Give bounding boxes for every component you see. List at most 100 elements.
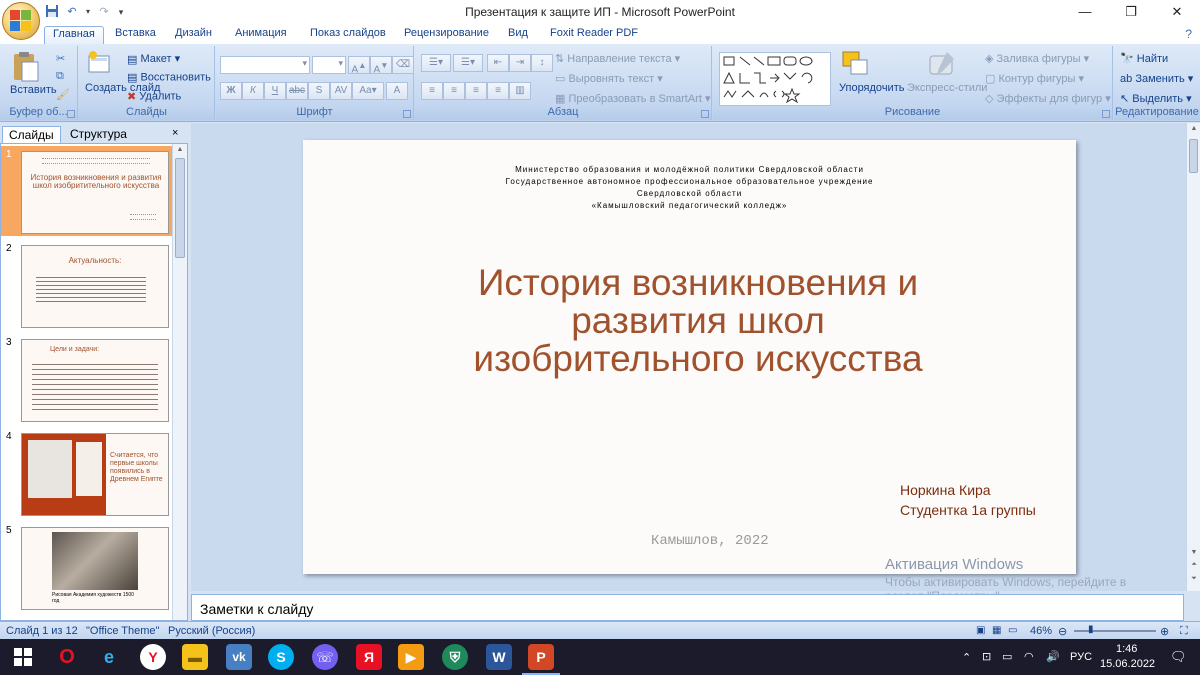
author-block[interactable]: Норкина Кира Студентка 1а группы — [900, 480, 1036, 520]
zoom-level[interactable]: 46% — [1030, 625, 1052, 637]
battery-icon[interactable]: ▭ — [1002, 650, 1012, 663]
restore-icon[interactable]: ❐ — [1108, 0, 1154, 24]
slideshow-view-icon[interactable]: ▭ — [1008, 625, 1017, 636]
spacing-icon[interactable]: AV — [330, 82, 352, 100]
skype-icon[interactable]: S — [268, 644, 294, 670]
reset-button[interactable]: ▤ Восстановить — [127, 71, 211, 84]
edge-icon[interactable]: e — [96, 644, 122, 670]
arrange-icon[interactable] — [841, 50, 871, 83]
delete-slide-button[interactable]: ✖ Удалить — [127, 90, 181, 103]
vk-icon[interactable]: vk — [226, 644, 252, 670]
drawing-dialog-launcher[interactable] — [1102, 110, 1110, 118]
strike-icon[interactable]: abc — [286, 82, 308, 100]
undo-icon[interactable]: ↶ — [64, 4, 80, 20]
align-text-button[interactable]: ▭ Выровнять текст ▾ — [555, 72, 663, 85]
underline-icon[interactable]: Ч — [264, 82, 286, 100]
slide-thumbnail-3[interactable]: 3 Цели и задачи: — [1, 334, 173, 424]
tab-slides[interactable]: Слайды — [2, 126, 61, 143]
paste-button[interactable] — [8, 50, 42, 87]
find-button[interactable]: 🔭 Найти — [1120, 52, 1168, 65]
slide-thumbnail-4[interactable]: 4 Считается, что первые школы появились … — [1, 428, 173, 518]
shape-effects-button[interactable]: ◇ Эффекты для фигур ▾ — [985, 92, 1111, 105]
zoom-out-icon[interactable]: ⊖ — [1058, 625, 1067, 638]
clock-date[interactable]: 15.06.2022 — [1100, 658, 1155, 670]
language-indicator[interactable]: Русский (Россия) — [168, 625, 255, 637]
tab-insert[interactable]: Вставка — [115, 27, 156, 44]
zoom-in-icon[interactable]: ⊕ — [1160, 625, 1169, 638]
windows-start-icon[interactable] — [10, 644, 36, 670]
tab-home[interactable]: Главная — [44, 26, 104, 45]
bullets-icon[interactable]: ☰▾ — [421, 54, 451, 72]
slide-title[interactable]: История возникновения и развития школ из… — [303, 264, 1093, 378]
viber-icon[interactable]: ☏ — [312, 644, 338, 670]
slide-scrollbar[interactable]: ▲ ▼ ⏶ ⏷ — [1186, 123, 1200, 591]
decrease-indent-icon[interactable]: ⇤ — [487, 54, 509, 72]
shape-fill-button[interactable]: ◈ Заливка фигуры ▾ — [985, 52, 1089, 65]
volume-icon[interactable]: 🔊 — [1046, 650, 1060, 663]
smartart-button[interactable]: ▦ Преобразовать в SmartArt ▾ — [555, 92, 710, 105]
tab-slideshow[interactable]: Показ слайдов — [310, 27, 386, 44]
tab-outline[interactable]: Структура — [64, 126, 133, 143]
slide-thumbnail-5[interactable]: 5 Рисовая Академия художеств 1500 год — [1, 522, 173, 612]
slide-footer[interactable]: Камышлов, 2022 — [651, 533, 769, 549]
zoom-thumb-icon[interactable]: ▮ — [1088, 624, 1094, 635]
justify-icon[interactable]: ≡ — [487, 82, 509, 100]
notes-pane[interactable]: Заметки к слайду — [191, 594, 1184, 621]
numbering-icon[interactable]: ☰▾ — [453, 54, 483, 72]
clear-format-icon[interactable]: ⌫ — [392, 56, 414, 74]
cut-icon[interactable]: ✂ — [56, 52, 65, 65]
tab-foxit[interactable]: Foxit Reader PDF — [550, 27, 638, 44]
tray-app-icon[interactable]: ⊡ — [982, 650, 991, 663]
clock-time[interactable]: 1:46 — [1116, 643, 1137, 655]
help-icon[interactable]: ? — [1185, 27, 1192, 41]
replace-button[interactable]: ab Заменить ▾ — [1120, 72, 1193, 85]
powerpoint-icon[interactable]: P — [528, 644, 554, 670]
paragraph-dialog-launcher[interactable] — [701, 110, 709, 118]
yandex-browser-icon[interactable]: Y — [140, 644, 166, 670]
layout-button[interactable]: ▤ Макет ▾ — [127, 52, 180, 66]
italic-icon[interactable]: К — [242, 82, 264, 100]
tab-animation[interactable]: Анимация — [235, 27, 287, 44]
case-icon[interactable]: Aa▾ — [352, 82, 384, 100]
yandex-icon[interactable]: Я — [356, 644, 382, 670]
increase-indent-icon[interactable]: ⇥ — [509, 54, 531, 72]
customize-icon[interactable]: ▾ — [116, 4, 126, 20]
bold-icon[interactable]: Ж — [220, 82, 242, 100]
close-icon[interactable]: ✕ — [1154, 0, 1200, 24]
notifications-icon[interactable]: 🗨 — [1170, 649, 1187, 665]
normal-view-icon[interactable]: ▣ — [976, 625, 985, 636]
undo-dropdown-icon[interactable]: ▾ — [84, 4, 92, 20]
quick-styles-button[interactable]: Экспресс-стили — [907, 82, 987, 94]
sorter-view-icon[interactable]: ▦ — [992, 625, 1001, 636]
align-right-icon[interactable]: ≡ — [465, 82, 487, 100]
file-explorer-icon[interactable]: ▬ — [182, 644, 208, 670]
text-direction-button[interactable]: ⇅ Направление текста ▾ — [555, 52, 680, 65]
slide-thumbnail-2[interactable]: 2 Актуальность: — [1, 240, 173, 330]
tab-design[interactable]: Дизайн — [175, 27, 212, 44]
shape-outline-button[interactable]: ▢ Контур фигуры ▾ — [985, 72, 1084, 85]
columns-icon[interactable]: ▥ — [509, 82, 531, 100]
tab-view[interactable]: Вид — [508, 27, 528, 44]
shrink-font-icon[interactable]: A▼ — [370, 56, 392, 75]
tab-review[interactable]: Рецензирование — [404, 27, 489, 44]
copy-icon[interactable]: ⧉ — [56, 70, 64, 83]
word-icon[interactable]: W — [486, 644, 512, 670]
slide-list-scrollbar[interactable]: ▲ — [172, 144, 187, 620]
clipboard-dialog-launcher[interactable] — [67, 110, 75, 118]
align-left-icon[interactable]: ≡ — [421, 82, 443, 100]
office-button[interactable] — [2, 2, 40, 40]
font-size-combo[interactable] — [312, 56, 346, 74]
opera-icon[interactable]: O — [54, 644, 80, 670]
align-center-icon[interactable]: ≡ — [443, 82, 465, 100]
language-tray[interactable]: РУС — [1070, 651, 1092, 663]
redo-icon[interactable]: ↷ — [96, 4, 112, 20]
slide-header[interactable]: Министерство образования и молодёжной по… — [303, 164, 1076, 212]
security-app-icon[interactable]: ⛨ — [442, 644, 468, 670]
paste-label[interactable]: Вставить — [10, 84, 57, 96]
zoom-slider[interactable] — [1074, 630, 1156, 632]
grow-font-icon[interactable]: A▲ — [348, 56, 370, 75]
quick-styles-icon[interactable] — [927, 50, 957, 83]
slide-thumbnail-1[interactable]: 1 История возникновения и развития школ … — [1, 146, 173, 236]
shadow-icon[interactable]: S — [308, 82, 330, 100]
minimize-icon[interactable]: — — [1062, 0, 1108, 24]
